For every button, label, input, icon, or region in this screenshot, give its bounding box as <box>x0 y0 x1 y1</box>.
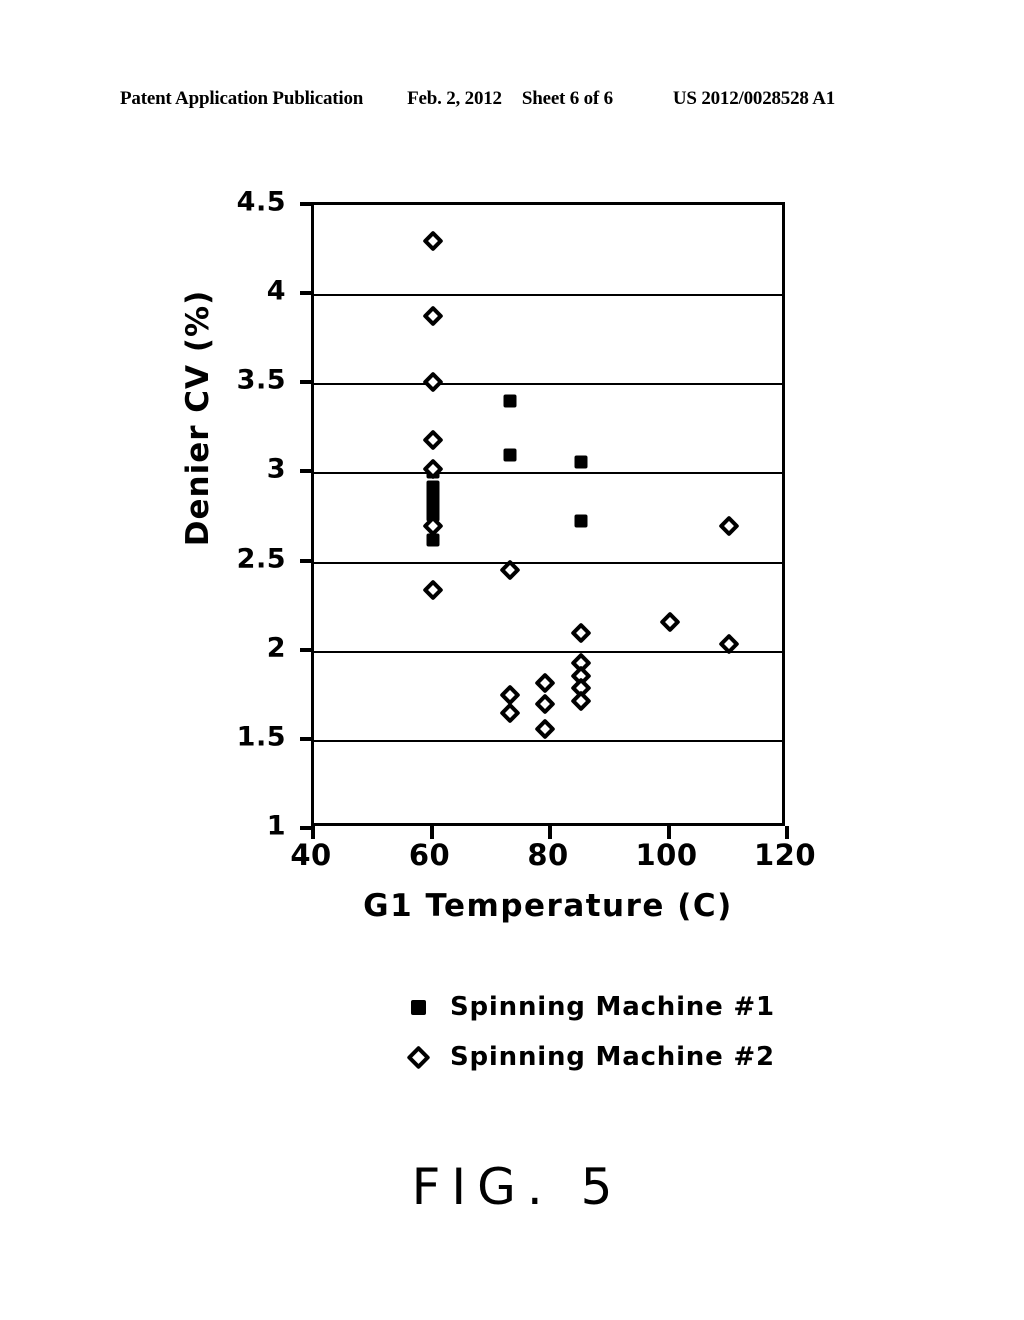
x-axis-tick-label: 120 <box>753 838 817 872</box>
y-axis-tick-label: 4 <box>266 275 286 307</box>
open-diamond-marker <box>570 690 592 712</box>
data-point <box>498 702 521 724</box>
scatter-plot-area <box>311 202 785 826</box>
filled-square-marker <box>410 999 426 1015</box>
filled-square-marker <box>503 448 517 462</box>
filled-square-marker <box>574 514 588 528</box>
x-axis-tick-label: 40 <box>290 838 332 872</box>
legend-marker <box>404 1044 432 1070</box>
data-point <box>534 693 556 715</box>
open-diamond-marker <box>421 370 444 393</box>
filled-square-marker <box>574 455 588 469</box>
legend-label: Spinning Machine #2 <box>450 1042 775 1072</box>
open-diamond-marker <box>498 702 521 724</box>
open-diamond-marker <box>718 515 740 537</box>
open-diamond-marker <box>405 1044 431 1070</box>
x-axis-title: G1 Temperature (C) <box>363 888 733 924</box>
filled-square-marker <box>503 394 517 408</box>
data-point <box>421 579 444 601</box>
gridline <box>314 383 782 386</box>
gridline <box>314 650 782 653</box>
y-axis-tick-label: 3 <box>266 453 286 485</box>
data-point <box>421 458 444 480</box>
legend-label: Spinning Machine #1 <box>450 992 775 1022</box>
legend-item: Spinning Machine #2 <box>404 1032 774 1082</box>
y-axis-tick-label: 1.5 <box>236 721 286 753</box>
data-point <box>574 514 588 528</box>
open-diamond-marker <box>498 559 521 582</box>
open-diamond-marker <box>421 458 444 480</box>
open-diamond-marker <box>718 632 740 655</box>
data-point <box>498 559 521 582</box>
data-point <box>498 684 521 706</box>
data-point <box>574 455 588 469</box>
open-diamond-marker <box>658 611 681 633</box>
x-axis-tick-label: 60 <box>408 838 451 872</box>
data-point <box>503 448 517 462</box>
data-point <box>534 672 556 694</box>
data-point <box>570 622 592 644</box>
x-axis-tick-label: 100 <box>635 838 698 872</box>
open-diamond-marker <box>421 304 444 327</box>
figure-caption: FIG. 5 <box>411 1158 624 1216</box>
open-diamond-marker <box>421 429 444 451</box>
data-point <box>421 370 444 393</box>
chart-legend: Spinning Machine #1 Spinning Machine #2 <box>404 982 774 1082</box>
y-axis-tick-label: 3.5 <box>236 364 286 396</box>
x-axis-tick-label: 80 <box>527 838 569 872</box>
legend-marker <box>404 999 432 1015</box>
data-point <box>658 611 681 633</box>
data-point <box>570 690 592 712</box>
data-point <box>421 429 444 451</box>
open-diamond-marker <box>421 515 444 537</box>
data-point <box>421 515 444 537</box>
open-diamond-marker <box>534 672 556 694</box>
y-axis-tick-label: 4.5 <box>236 186 286 218</box>
legend-item: Spinning Machine #1 <box>404 982 774 1032</box>
data-point <box>718 515 740 537</box>
gridline <box>314 472 782 475</box>
gridline <box>314 739 782 742</box>
data-point <box>421 230 444 252</box>
open-diamond-marker <box>570 622 592 644</box>
open-diamond-marker <box>421 230 444 252</box>
data-point <box>718 632 740 655</box>
open-diamond-marker <box>534 693 556 715</box>
figure-5: Denier CV (%) 1 1.5 2 2.5 3 3.5 4 4.5 40 60 80 100… <box>0 0 1024 1320</box>
gridline <box>314 561 782 564</box>
open-diamond-marker <box>534 718 556 740</box>
y-axis-tick-label: 2.5 <box>236 543 286 575</box>
gridline <box>314 294 782 297</box>
data-point <box>503 394 517 408</box>
y-axis-tick-label: 1 <box>266 810 286 842</box>
y-axis-tick-label: 2 <box>266 632 286 664</box>
open-diamond-marker <box>421 579 444 601</box>
data-point <box>534 718 556 740</box>
data-point <box>421 304 444 327</box>
